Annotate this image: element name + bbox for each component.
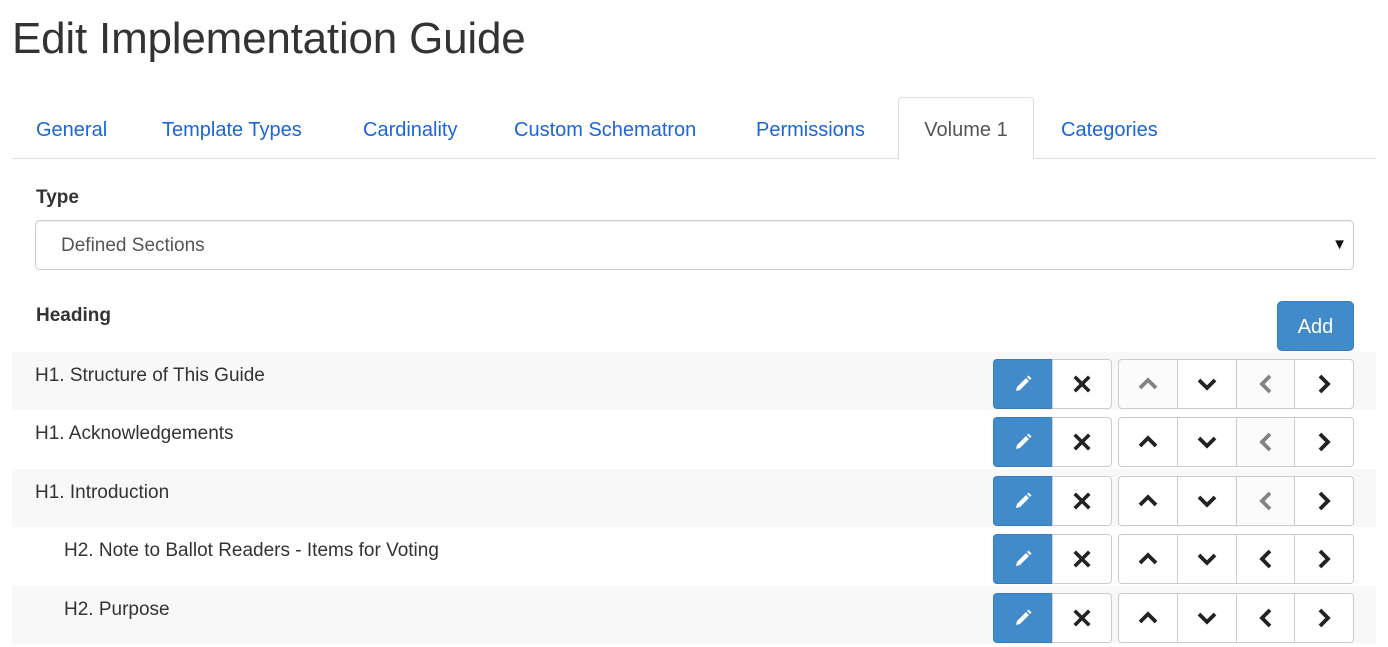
move-down-button[interactable] bbox=[1177, 417, 1237, 467]
pencil-icon bbox=[1013, 491, 1033, 511]
type-select-value: Defined Sections bbox=[61, 235, 205, 256]
indent-button[interactable] bbox=[1294, 417, 1354, 467]
indent-button[interactable] bbox=[1294, 593, 1354, 643]
move-down-button[interactable] bbox=[1177, 534, 1237, 584]
pencil-icon bbox=[1013, 432, 1033, 452]
delete-button[interactable] bbox=[1052, 476, 1112, 526]
tab-custom-schematron[interactable]: Custom Schematron bbox=[514, 97, 696, 159]
section-row: H1. Structure of This Guide bbox=[12, 352, 1376, 410]
move-down-button[interactable] bbox=[1177, 359, 1237, 409]
close-icon bbox=[1073, 375, 1091, 393]
delete-button[interactable] bbox=[1052, 593, 1112, 643]
edit-button[interactable] bbox=[993, 417, 1053, 467]
edit-button[interactable] bbox=[993, 593, 1053, 643]
add-button[interactable]: Add bbox=[1277, 301, 1354, 351]
outdent-button[interactable] bbox=[1236, 534, 1296, 584]
close-icon bbox=[1073, 550, 1091, 568]
page-title: Edit Implementation Guide bbox=[12, 14, 526, 63]
section-row-label: H1. Acknowledgements bbox=[35, 423, 234, 444]
chevron-down-icon bbox=[1197, 611, 1217, 625]
tab-general[interactable]: General bbox=[36, 97, 107, 159]
tab-volume-1[interactable]: Volume 1 bbox=[898, 97, 1034, 160]
pencil-icon bbox=[1013, 374, 1033, 394]
tab-bar: General Template Types Cardinality Custo… bbox=[12, 97, 1376, 160]
move-up-button[interactable] bbox=[1118, 417, 1178, 467]
dropdown-caret-icon: ▼ bbox=[1332, 236, 1347, 253]
chevron-left-icon bbox=[1259, 608, 1273, 628]
close-icon bbox=[1073, 492, 1091, 510]
section-row-label: H1. Introduction bbox=[35, 482, 170, 503]
tab-template-types[interactable]: Template Types bbox=[162, 97, 302, 159]
section-row-label: H1. Structure of This Guide bbox=[35, 365, 265, 386]
close-icon bbox=[1073, 609, 1091, 627]
edit-button[interactable] bbox=[993, 476, 1053, 526]
pencil-icon bbox=[1013, 608, 1033, 628]
indent-button[interactable] bbox=[1294, 476, 1354, 526]
delete-button[interactable] bbox=[1052, 534, 1112, 584]
indent-button[interactable] bbox=[1294, 534, 1354, 584]
tab-cardinality[interactable]: Cardinality bbox=[363, 97, 457, 159]
outdent-button[interactable] bbox=[1236, 476, 1296, 526]
move-down-button[interactable] bbox=[1177, 476, 1237, 526]
move-up-button[interactable] bbox=[1118, 593, 1178, 643]
close-icon bbox=[1073, 433, 1091, 451]
heading-label: Heading bbox=[36, 305, 111, 326]
chevron-left-icon bbox=[1259, 374, 1273, 394]
section-row-label: H2. Purpose bbox=[64, 599, 170, 620]
chevron-up-icon bbox=[1138, 435, 1158, 449]
edit-button[interactable] bbox=[993, 359, 1053, 409]
outdent-button[interactable] bbox=[1236, 417, 1296, 467]
chevron-right-icon bbox=[1317, 608, 1331, 628]
move-up-button[interactable] bbox=[1118, 359, 1178, 409]
chevron-down-icon bbox=[1197, 377, 1217, 391]
chevron-up-icon bbox=[1138, 552, 1158, 566]
chevron-up-icon bbox=[1138, 377, 1158, 391]
tab-categories[interactable]: Categories bbox=[1061, 97, 1158, 159]
chevron-up-icon bbox=[1138, 611, 1158, 625]
chevron-down-icon bbox=[1197, 552, 1217, 566]
type-label: Type bbox=[36, 187, 79, 208]
chevron-left-icon bbox=[1259, 549, 1273, 569]
chevron-right-icon bbox=[1317, 549, 1331, 569]
indent-button[interactable] bbox=[1294, 359, 1354, 409]
outdent-button[interactable] bbox=[1236, 593, 1296, 643]
chevron-right-icon bbox=[1317, 491, 1331, 511]
move-up-button[interactable] bbox=[1118, 534, 1178, 584]
move-down-button[interactable] bbox=[1177, 593, 1237, 643]
chevron-down-icon bbox=[1197, 494, 1217, 508]
chevron-left-icon bbox=[1259, 491, 1273, 511]
delete-button[interactable] bbox=[1052, 359, 1112, 409]
tab-permissions[interactable]: Permissions bbox=[756, 97, 865, 159]
section-row: H2. Purpose bbox=[12, 586, 1376, 644]
chevron-right-icon bbox=[1317, 432, 1331, 452]
delete-button[interactable] bbox=[1052, 417, 1112, 467]
section-row: H1. Acknowledgements bbox=[12, 410, 1376, 468]
pencil-icon bbox=[1013, 549, 1033, 569]
section-row-label: H2. Note to Ballot Readers - Items for V… bbox=[64, 540, 439, 561]
chevron-up-icon bbox=[1138, 494, 1158, 508]
section-row: H2. Note to Ballot Readers - Items for V… bbox=[12, 527, 1376, 585]
chevron-right-icon bbox=[1317, 374, 1331, 394]
outdent-button[interactable] bbox=[1236, 359, 1296, 409]
chevron-down-icon bbox=[1197, 435, 1217, 449]
chevron-left-icon bbox=[1259, 432, 1273, 452]
move-up-button[interactable] bbox=[1118, 476, 1178, 526]
edit-button[interactable] bbox=[993, 534, 1053, 584]
section-row: H1. Introduction bbox=[12, 469, 1376, 527]
type-select[interactable]: Defined Sections ▼ bbox=[35, 220, 1354, 270]
